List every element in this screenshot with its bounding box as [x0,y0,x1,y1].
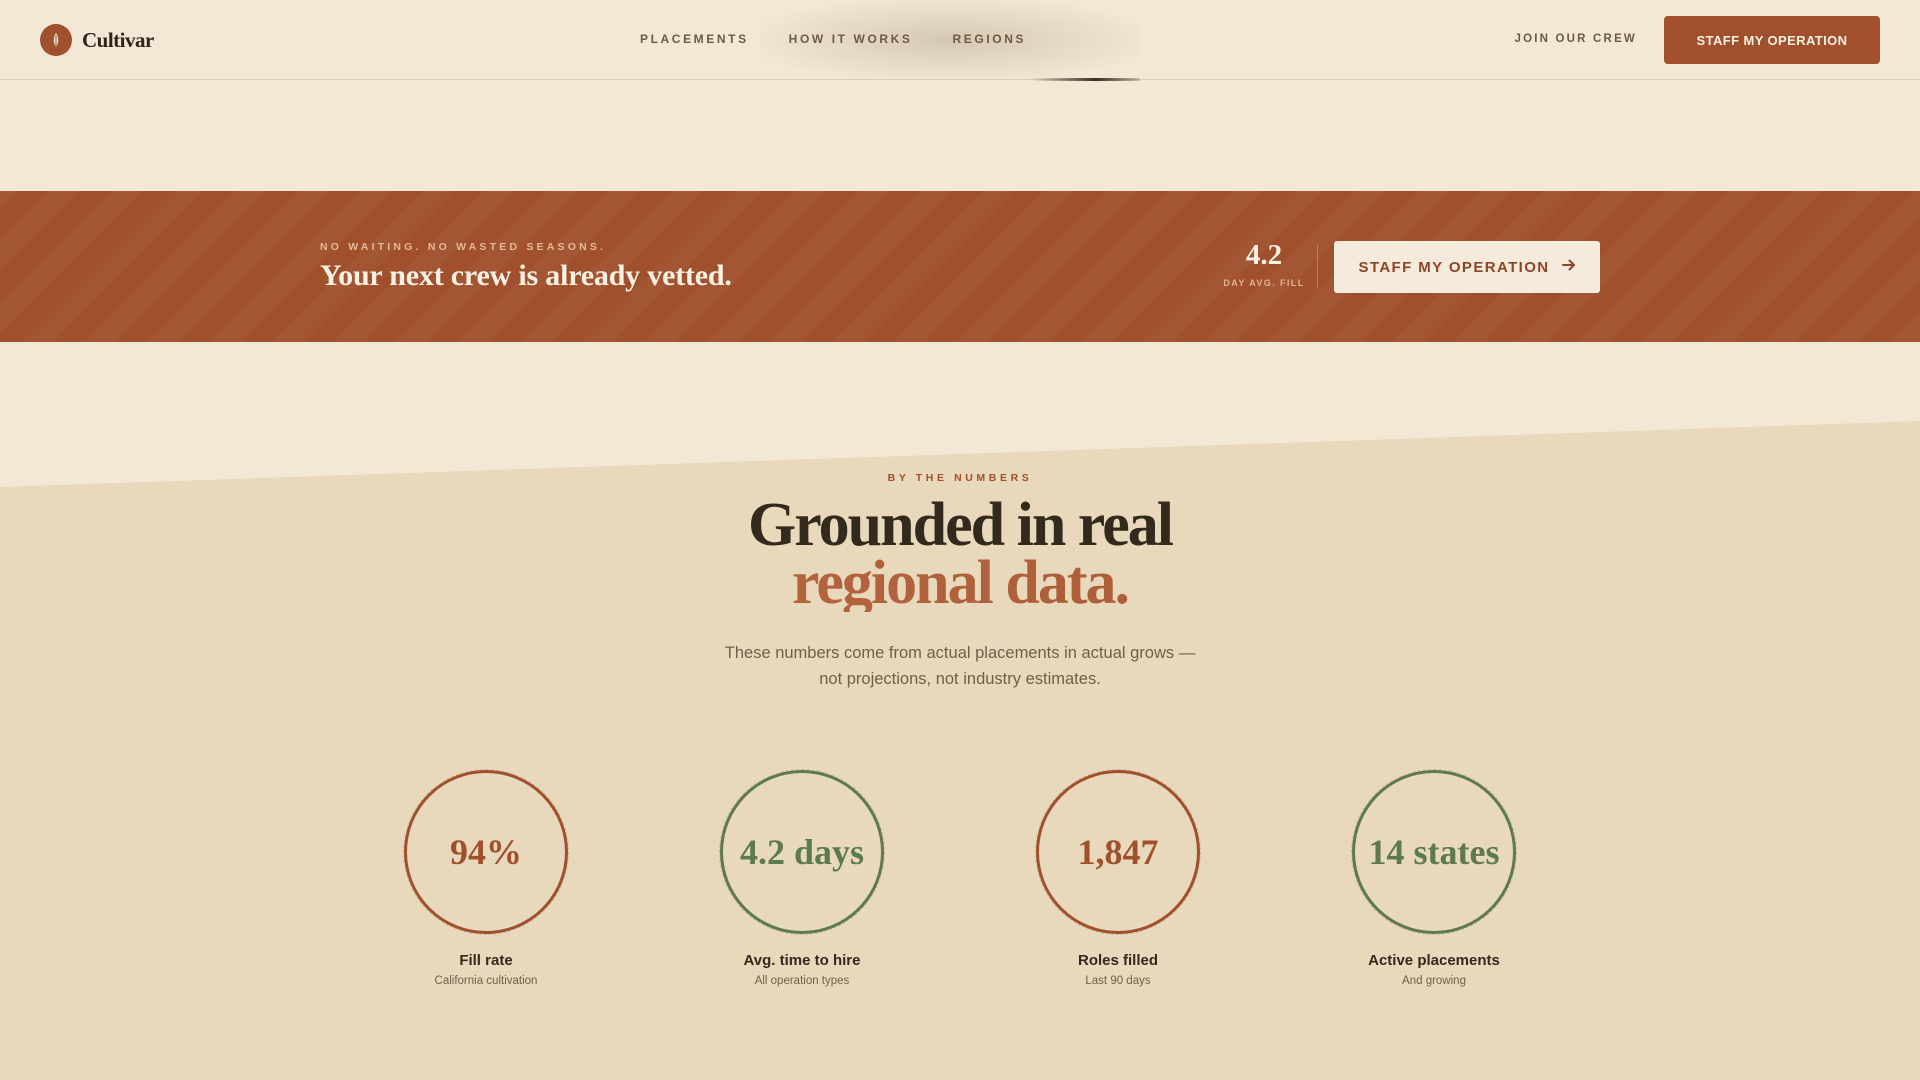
leaf-icon [40,24,72,56]
banner-staff-my-operation-button[interactable]: STAFF MY OPERATION [1334,241,1600,293]
nav-placements[interactable]: PLACEMENTS [640,32,749,46]
stat-sublabel: All operation types [754,975,850,987]
stat-value: 1,847 [1077,832,1159,872]
join-our-crew-link[interactable]: JOIN OUR CREW [1514,33,1637,45]
stat-value: 14 states [1368,832,1500,872]
nav-how-it-works[interactable]: HOW IT WORKS [789,32,913,46]
banner-divider [1317,245,1318,289]
stat-sublabel: California cultivation [434,975,538,987]
header-blurred-image-edge [1030,78,1140,81]
nav-regions[interactable]: REGIONS [953,32,1027,46]
stat-ring: 14 states [1351,769,1517,935]
section-title: Grounded in real regional data. [0,494,1920,614]
banner-stat: 4.2 DAY AVG. FILL [1216,239,1312,289]
stat-active-placements: 14 states Active placements And growing [1344,769,1524,987]
banner-title: Your next crew is already vetted. [320,259,732,292]
banner-cta-label: STAFF MY OPERATION [1358,258,1550,276]
stat-ring: 94% [403,769,569,935]
site-header: Cultivar PLACEMENTS HOW IT WORKS REGIONS… [0,0,1920,81]
section-title-line2: regional data. [0,552,1920,614]
banner-stat-value: 4.2 [1245,239,1283,271]
section-description: These numbers come from actual placement… [724,644,1196,688]
stat-value: 4.2 days [739,832,865,872]
main-nav: PLACEMENTS HOW IT WORKS REGIONS [640,32,1026,46]
banner-stat-label: DAY AVG. FILL [1223,278,1305,288]
brand-logo[interactable]: Cultivar [40,24,154,56]
stat-ring: 4.2 days [719,769,885,935]
stat-value: 94% [450,832,522,872]
brand-name: Cultivar [82,27,154,52]
arrow-right-icon [1561,258,1576,276]
stat-label: Active placements [1368,952,1500,969]
stat-label: Fill rate [459,952,513,969]
cta-banner: NO WAITING. NO WASTED SEASONS. Your next… [0,191,1920,342]
stat-label: Roles filled [1077,952,1159,969]
stat-label: Avg. time to hire [743,952,861,969]
section-eyebrow: BY THE NUMBERS [887,472,1033,484]
stat-sublabel: Last 90 days [1085,975,1151,987]
stat-time-to-hire: 4.2 days Avg. time to hire All operation… [712,769,892,987]
stat-ring: 1,847 [1035,769,1201,935]
banner-eyebrow: NO WAITING. NO WASTED SEASONS. [320,241,607,253]
stat-fill-rate: 94% Fill rate California cultivation [396,769,576,987]
stat-roles-filled: 1,847 Roles filled Last 90 days [1028,769,1208,987]
stat-sublabel: And growing [1402,975,1466,987]
header-staff-my-operation-button[interactable]: STAFF MY OPERATION [1664,16,1880,64]
